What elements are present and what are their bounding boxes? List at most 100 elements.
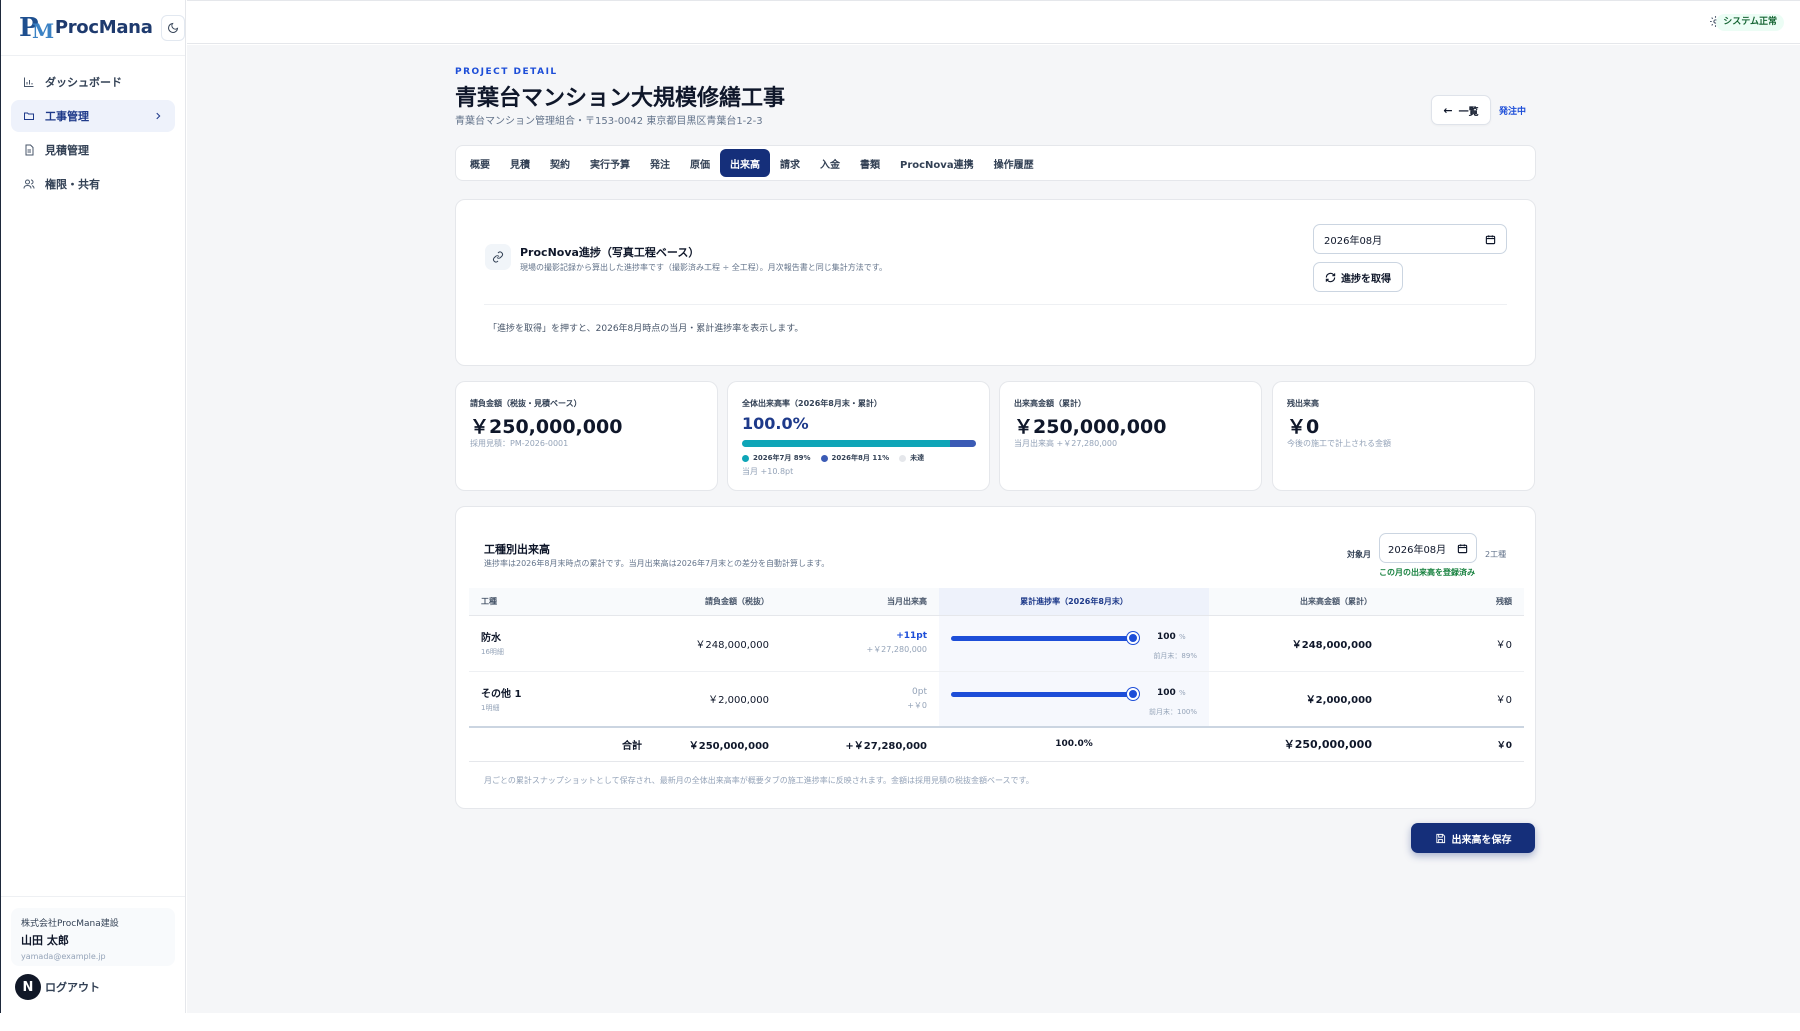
registered-status: この月の出来高を登録済み — [1379, 568, 1475, 577]
stat-value: 100.0% — [742, 414, 809, 433]
trade-progress-card: 工種別出来高 進捗率は2026年8月末時点の累計です。当月出来高は2026年7月… — [455, 506, 1536, 809]
column-header: 出来高金額（累計） — [1209, 588, 1384, 616]
divider — [484, 304, 1507, 305]
save-label: 出来高を保存 — [1451, 834, 1512, 846]
back-to-list-button[interactable]: ← 一覧 — [1431, 95, 1491, 125]
status-badge: 発注中 — [1499, 107, 1527, 117]
tab-history[interactable]: 操作履歴 — [984, 149, 1044, 177]
total-label: 合計 — [469, 726, 654, 762]
remaining-amount: ￥0 — [1384, 671, 1524, 728]
avatar[interactable]: N — [15, 974, 41, 1000]
tab-contract[interactable]: 契約 — [540, 149, 580, 177]
tab-overview[interactable]: 概要 — [460, 149, 500, 177]
theme-toggle-button[interactable] — [160, 14, 185, 41]
progress-slider-track[interactable] — [951, 691, 1135, 697]
month-progress-pt: 0pt — [912, 686, 927, 697]
target-month-input[interactable]: 2026年08月 — [1379, 533, 1477, 563]
project-tabs: 概要 見積 契約 実行予算 発注 原価 出来高 請求 入金 書類 ProcNov… — [455, 145, 1536, 181]
month-progress-cell: 0pt +￥0 — [781, 671, 939, 728]
total-contract: ￥250,000,000 — [654, 726, 781, 762]
trade-item-count: 1明細 — [481, 703, 500, 712]
progress-segment-prev — [742, 440, 951, 447]
month-value: 2026年08月 — [1388, 544, 1447, 556]
link-icon — [485, 244, 511, 270]
user-name: 山田 太郎 — [21, 934, 69, 947]
column-header: 請負金額（税抜） — [654, 588, 781, 616]
logout-button[interactable]: N ログアウト — [15, 974, 100, 1000]
trade-name-cell: その他 1 1明細 — [469, 671, 654, 728]
earned-amount: ￥248,000,000 — [1209, 615, 1384, 672]
trade-name-cell: 防水 16明細 — [469, 615, 654, 672]
tab-documents[interactable]: 書類 — [850, 149, 890, 177]
user-card: 株式会社ProcMana建設 山田 太郎 yamada@example.jp — [11, 908, 175, 966]
column-header: 当月出来高 — [781, 588, 939, 616]
legend-item-current: 2026年8月 11% — [820, 453, 889, 463]
procnova-progress-card: ProcNova進捗（写真工程ベース） 現場の撮影記録から算出した進捗率です（撮… — [455, 199, 1536, 366]
user-org: 株式会社ProcMana建設 — [21, 919, 119, 929]
procnova-month-input[interactable]: 2026年08月 — [1313, 224, 1507, 254]
calendar-icon[interactable] — [1485, 234, 1496, 245]
stat-label: 全体出来高率（2026年8月末・累計） — [742, 399, 882, 408]
earned-amount: ￥2,000,000 — [1209, 671, 1384, 728]
legend-item-prev: 2026年7月 89% — [742, 453, 811, 463]
remaining-amount-card: 残出来高 ￥0 今後の施工で計上される金額 — [1272, 381, 1535, 491]
sidebar-item-dashboard[interactable]: ダッシュボード — [11, 66, 175, 98]
table-header-row: 工種 請負金額（税抜） 当月出来高 累計進捗率（2026年8月末） 出来高金額（… — [469, 588, 1524, 616]
refresh-icon — [1325, 272, 1336, 282]
stat-label: 出来高金額（累計） — [1014, 399, 1086, 408]
progress-slider-thumb[interactable] — [1127, 632, 1139, 644]
page-eyebrow: PROJECT DETAIL — [455, 67, 558, 77]
page-title: 青葉台マンション大規模修繕工事 — [455, 86, 786, 111]
progress-value[interactable]: 100 — [1157, 632, 1176, 642]
table-row: 防水 16明細 ￥248,000,000 +11pt +￥27,280,000 … — [469, 615, 1524, 672]
sidebar-item-label: 工事管理 — [45, 110, 89, 123]
save-progress-button[interactable]: 出来高を保存 — [1411, 823, 1535, 853]
legend-item-rest: 未達 — [899, 453, 924, 463]
sidebar-divider — [1, 896, 185, 897]
table-row: その他 1 1明細 ￥2,000,000 0pt +￥0 100 % 前月末：1… — [469, 671, 1524, 728]
prev-month-progress: 前月末：89% — [1153, 652, 1197, 660]
total-remaining: ￥0 — [1384, 726, 1524, 762]
tab-order[interactable]: 発注 — [640, 149, 680, 177]
system-status-badge: システム正常 — [1716, 14, 1784, 31]
trade-item-count: 16明細 — [481, 648, 504, 656]
trade-table: 工種 請負金額（税抜） 当月出来高 累計進捗率（2026年8月末） 出来高金額（… — [469, 588, 1524, 762]
page-subtitle: 青葉台マンション管理組合・〒153-0042 東京都目黒区青葉台1-2-3 — [455, 116, 763, 127]
stat-value: ￥250,000,000 — [1014, 416, 1167, 438]
stat-sub: 今後の施工で計上される金額 — [1287, 439, 1391, 448]
column-header: 残額 — [1384, 588, 1524, 616]
tab-estimate[interactable]: 見積 — [500, 149, 540, 177]
moon-icon — [167, 22, 178, 33]
sidebar-nav: ダッシュボード 工事管理 見積管理 権限・共有 — [1, 56, 185, 212]
trade-description: 進捗率は2026年8月末時点の累計です。当月出来高は2026年7月末との差分を自… — [484, 559, 830, 568]
percent-unit: % — [1179, 688, 1186, 697]
progress-value[interactable]: 100 — [1157, 688, 1176, 698]
procmana-logo[interactable]: PM — [19, 14, 54, 42]
percent-unit: % — [1179, 633, 1186, 641]
remaining-amount: ￥0 — [1384, 615, 1524, 672]
fetch-progress-button[interactable]: 進捗を取得 — [1313, 262, 1403, 292]
sidebar-item-projects[interactable]: 工事管理 — [11, 100, 175, 132]
tab-payment[interactable]: 入金 — [810, 149, 850, 177]
month-progress-cell: +11pt +￥27,280,000 — [781, 615, 939, 672]
tab-progress[interactable]: 出来高 — [720, 149, 770, 177]
brand-name: ProcMana — [54, 17, 153, 38]
users-icon — [23, 179, 35, 189]
calendar-icon[interactable] — [1457, 543, 1468, 554]
sidebar-item-permissions[interactable]: 権限・共有 — [11, 168, 175, 200]
tab-cost[interactable]: 原価 — [680, 149, 720, 177]
prev-month-progress: 前月末：100% — [1148, 707, 1197, 716]
tab-billing[interactable]: 請求 — [770, 149, 810, 177]
month-progress-amount: +￥27,280,000 — [866, 645, 927, 654]
bottom-strip — [0, 1013, 1800, 1031]
tab-budget[interactable]: 実行予算 — [580, 149, 640, 177]
sidebar-item-estimates[interactable]: 見積管理 — [11, 134, 175, 166]
total-earned: ￥250,000,000 — [1209, 726, 1384, 762]
back-label: 一覧 — [1458, 106, 1479, 118]
progress-slider-track[interactable] — [951, 636, 1135, 641]
stat-value: ￥0 — [1287, 416, 1320, 438]
user-email: yamada@example.jp — [21, 952, 106, 961]
folder-icon — [24, 112, 34, 120]
progress-slider-thumb[interactable] — [1127, 687, 1139, 700]
tab-procnova[interactable]: ProcNova連携 — [890, 149, 984, 177]
